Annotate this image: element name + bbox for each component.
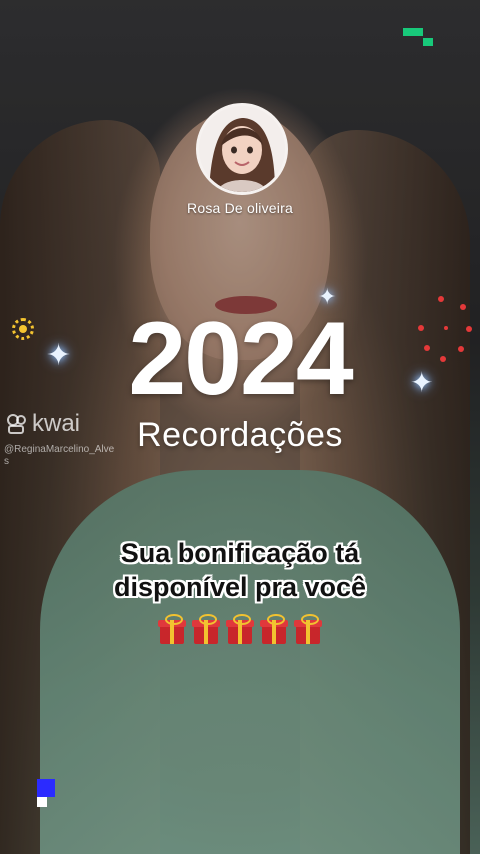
- kwai-handle: @ReginaMarcelino_Alve s: [4, 444, 115, 467]
- pixel-decoration-top: [403, 28, 413, 36]
- bonus-line-1: Sua bonificação tá: [120, 538, 360, 568]
- gift-row: [150, 614, 330, 650]
- gift-icon: [158, 614, 186, 644]
- profile-username: Rosa De oliveira: [187, 200, 293, 216]
- kwai-brand-text: kwai: [32, 410, 81, 437]
- gift-icon: [294, 614, 322, 644]
- kwai-logo-icon: [7, 414, 26, 434]
- avatar-illustration-icon: [199, 106, 285, 192]
- gift-icon: [226, 614, 254, 644]
- kwai-watermark: kwai: [6, 410, 80, 438]
- gift-icon: [192, 614, 220, 644]
- year-title: 2024: [128, 301, 353, 417]
- story-frame[interactable]: Rosa De oliveira ✦ ✦ ✦ 2024 Recordações …: [0, 0, 480, 854]
- pixel-decoration-bottom: [37, 779, 55, 797]
- bonus-message: Sua bonificação tá disponível pra você: [0, 536, 480, 604]
- profile-avatar[interactable]: [196, 103, 288, 195]
- bonus-line-2: disponível pra você: [113, 572, 367, 602]
- pixel-decoration-top: [413, 28, 423, 36]
- pixel-decoration-top: [423, 38, 433, 46]
- gift-icon: [260, 614, 288, 644]
- pixel-decoration-bottom: [37, 797, 47, 807]
